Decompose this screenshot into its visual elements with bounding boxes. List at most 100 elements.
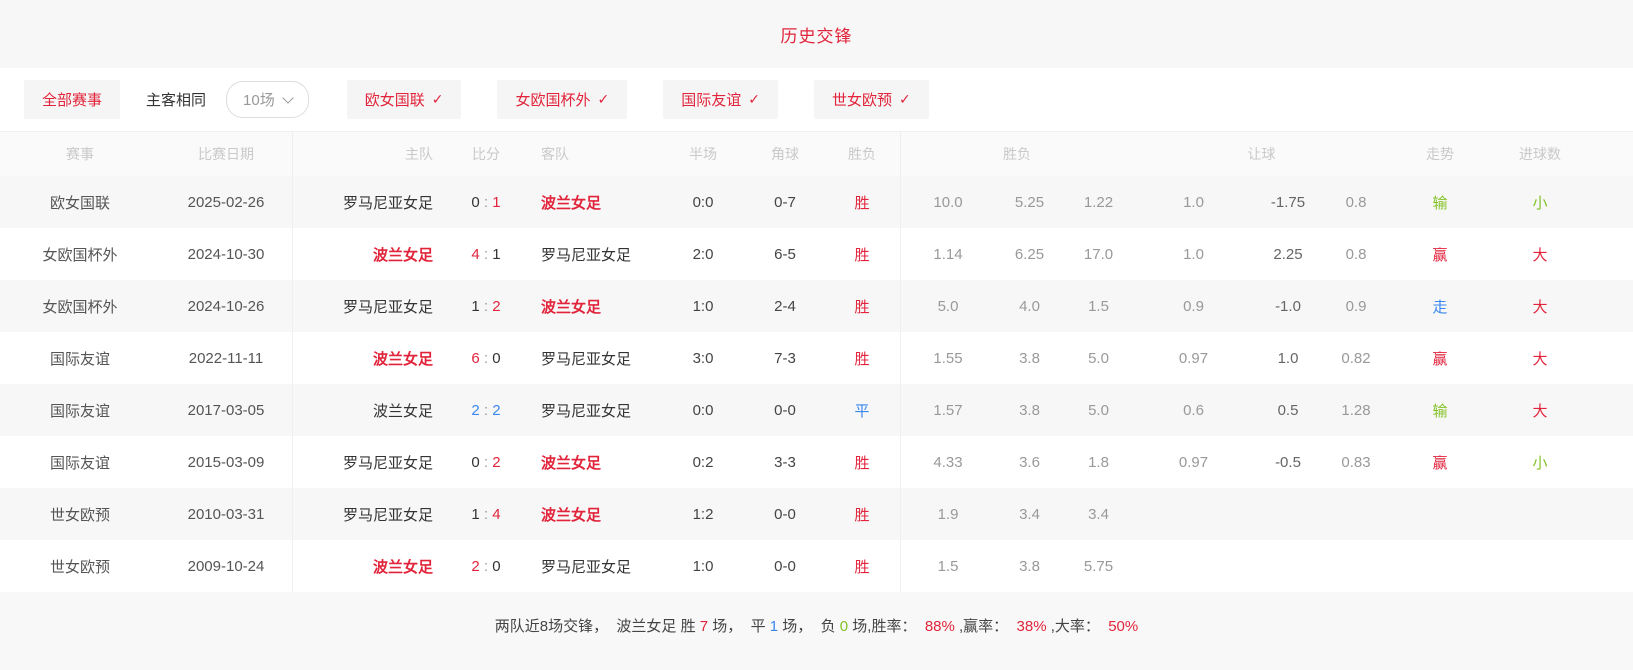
away-team-cell: 罗马尼亚女足	[527, 348, 660, 369]
same-venue-filter[interactable]: 主客相同	[146, 89, 206, 110]
trend-cell: 赢	[1390, 348, 1490, 369]
odds-cell: 3.6	[995, 454, 1064, 471]
score-cell: 2 : 2	[445, 402, 527, 419]
header-home: 主队	[292, 132, 445, 176]
odds-cell: 3.8	[995, 402, 1064, 419]
league-cell: 国际友谊	[0, 452, 160, 473]
league-filter-label: 国际友谊	[681, 89, 741, 110]
away-score: 1	[492, 194, 500, 211]
away-team-cell: 波兰女足	[527, 452, 660, 473]
handicap-cell: -0.5	[1254, 454, 1322, 471]
handicap-cell: 0.83	[1322, 454, 1390, 471]
home-score: 2	[471, 402, 479, 419]
match-row: 国际友谊2017-03-05波兰女足2 : 2罗马尼亚女足0:00-0平1.57…	[0, 384, 1633, 436]
handicap-cell: 0.9	[1322, 298, 1390, 315]
handicap-cell: 0.97	[1133, 454, 1254, 471]
odds-cell: 1.9	[900, 488, 995, 540]
summary-segment: ,赢率：	[955, 618, 1017, 635]
odds-cell: 1.5	[900, 540, 995, 592]
summary-band: 两队近8场交锋， 波兰女足 胜 7 场， 平 1 场， 负 0 场,胜率： 88…	[0, 592, 1633, 670]
score-colon: :	[480, 350, 493, 367]
header-goals: 进球数	[1490, 144, 1590, 164]
league-cell: 欧女国联	[0, 192, 160, 213]
header-score: 比分	[445, 144, 527, 164]
match-count-dropdown[interactable]: 10场	[226, 81, 309, 118]
summary-segment: 7	[700, 618, 708, 635]
away-team-cell: 罗马尼亚女足	[527, 556, 660, 577]
home-team-cell: 波兰女足	[292, 332, 445, 384]
result-cell: 胜	[824, 244, 900, 265]
header-corner: 角球	[746, 144, 824, 164]
score-colon: :	[480, 194, 493, 211]
header-league: 赛事	[0, 144, 160, 164]
home-team-cell: 罗马尼亚女足	[292, 280, 445, 332]
league-filter-button[interactable]: 世女欧预✓	[814, 80, 929, 119]
handicap-cell: 1.28	[1322, 402, 1390, 419]
league-filter-label: 世女欧预	[832, 89, 892, 110]
odds-cell: 5.25	[995, 194, 1064, 211]
odds-cell: 1.22	[1064, 194, 1133, 211]
odds-cell: 3.4	[995, 506, 1064, 523]
handicap-cell: 1.0	[1254, 350, 1322, 367]
handicap-cell: 1.0	[1133, 194, 1254, 211]
home-score: 0	[471, 454, 479, 471]
away-score: 2	[492, 402, 500, 419]
odds-cell: 1.8	[1064, 454, 1133, 471]
league-filter-button[interactable]: 国际友谊 ✓	[663, 80, 778, 119]
home-score: 2	[471, 558, 479, 575]
away-team-cell: 罗马尼亚女足	[527, 244, 660, 265]
match-row: 欧女国联2025-02-26罗马尼亚女足0 : 1波兰女足0:00-7胜10.0…	[0, 176, 1633, 228]
match-row: 世女欧预2010-03-31罗马尼亚女足1 : 4波兰女足1:20-0胜1.93…	[0, 488, 1633, 540]
home-team-cell: 罗马尼亚女足	[292, 176, 445, 228]
league-filter-label: 欧女国联	[365, 89, 425, 110]
odds-cell: 1.14	[900, 228, 995, 280]
odds-cell: 1.55	[900, 332, 995, 384]
match-row: 国际友谊2015-03-09罗马尼亚女足0 : 2波兰女足0:23-3胜4.33…	[0, 436, 1633, 488]
match-row: 女欧国杯外2024-10-26罗马尼亚女足1 : 2波兰女足1:02-4胜5.0…	[0, 280, 1633, 332]
all-matches-filter-label: 全部赛事	[42, 89, 102, 110]
summary-segment: 88%	[925, 618, 955, 635]
check-icon: ✓	[597, 91, 609, 108]
all-matches-filter-button[interactable]: 全部赛事	[24, 80, 120, 119]
match-row: 国际友谊2022-11-11波兰女足6 : 0罗马尼亚女足3:07-3胜1.55…	[0, 332, 1633, 384]
summary-segment: 50%	[1108, 618, 1138, 635]
home-score: 1	[471, 506, 479, 523]
halftime-cell: 1:2	[660, 506, 746, 523]
date-cell: 2009-10-24	[160, 558, 292, 575]
home-team-cell: 波兰女足	[292, 384, 445, 436]
match-row: 世女欧预2009-10-24波兰女足2 : 0罗马尼亚女足1:00-0胜1.53…	[0, 540, 1633, 592]
odds-cell: 5.0	[900, 280, 995, 332]
trend-cell: 赢	[1390, 244, 1490, 265]
result-cell: 胜	[824, 192, 900, 213]
summary-segment: 场,胜率：	[848, 618, 925, 635]
away-team-cell: 波兰女足	[527, 296, 660, 317]
corner-cell: 0-0	[746, 506, 824, 523]
league-filter-button[interactable]: 欧女国联✓	[347, 80, 462, 119]
goals-cell: 大	[1490, 348, 1590, 369]
odds-cell: 6.25	[995, 246, 1064, 263]
league-filter-button[interactable]: 女欧国杯外✓	[497, 80, 627, 119]
away-team-cell: 波兰女足	[527, 192, 660, 213]
halftime-cell: 1:0	[660, 298, 746, 315]
date-cell: 2025-02-26	[160, 194, 292, 211]
goals-cell: 小	[1490, 452, 1590, 473]
odds-cell: 4.33	[900, 436, 995, 488]
check-icon: ✓	[748, 91, 760, 108]
trend-cell: 输	[1390, 192, 1490, 213]
score-cell: 0 : 2	[445, 454, 527, 471]
goals-cell: 大	[1490, 400, 1590, 421]
summary-segment: 38%	[1017, 618, 1047, 635]
page-title: 历史交锋	[781, 22, 853, 47]
handicap-cell: 1.0	[1133, 246, 1254, 263]
score-cell: 1 : 2	[445, 298, 527, 315]
handicap-cell: 0.9	[1133, 298, 1254, 315]
league-cell: 国际友谊	[0, 400, 160, 421]
date-cell: 2022-11-11	[160, 350, 292, 367]
result-cell: 胜	[824, 452, 900, 473]
handicap-cell: 0.6	[1133, 402, 1254, 419]
match-count-value: 10场	[243, 89, 275, 110]
filter-bar: 全部赛事 主客相同 10场 欧女国联✓女欧国杯外✓国际友谊✓世女欧预✓	[0, 68, 1633, 132]
away-score: 2	[492, 298, 500, 315]
result-cell: 平	[824, 400, 900, 421]
odds-cell: 10.0	[900, 176, 995, 228]
